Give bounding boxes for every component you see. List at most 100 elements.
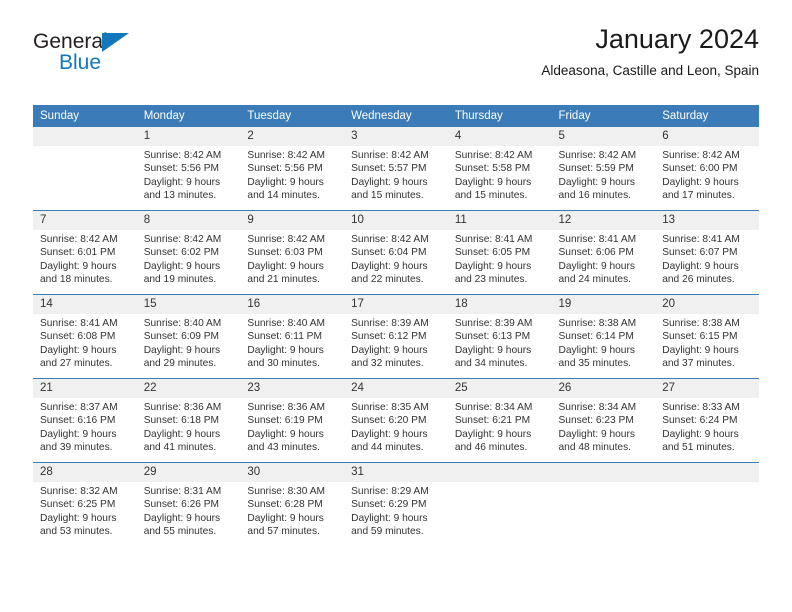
day-cell[interactable] <box>655 462 759 546</box>
day-cell[interactable]: 31 Sunrise: 8:29 AM Sunset: 6:29 PM Dayl… <box>344 462 448 546</box>
day-cell[interactable] <box>551 462 656 546</box>
day-cell[interactable]: 17 Sunrise: 8:39 AM Sunset: 6:12 PM Dayl… <box>344 294 448 379</box>
sunrise-text: Sunrise: 8:40 AM <box>247 318 325 329</box>
daylight-text-line2: and 55 minutes. <box>143 526 217 538</box>
sunrise-text: Sunrise: 8:35 AM <box>351 402 429 413</box>
day-cell[interactable]: 5 Sunrise: 8:42 AM Sunset: 5:59 PM Dayli… <box>551 127 656 211</box>
brand-logo[interactable]: General Blue <box>33 30 213 88</box>
daylight-text-line1: Daylight: 9 hours <box>247 176 324 188</box>
sunset-text: Sunset: 6:13 PM <box>454 331 531 343</box>
day-cell[interactable]: 23 Sunrise: 8:36 AM Sunset: 6:19 PM Dayl… <box>240 378 345 463</box>
daylight-text-line2: and 17 minutes. <box>662 190 735 202</box>
day-cell[interactable]: 11 Sunrise: 8:41 AM Sunset: 6:05 PM Dayl… <box>447 210 552 295</box>
daylight-text-line2: and 46 minutes. <box>454 442 528 454</box>
daylight-text-line2: and 59 minutes. <box>351 526 424 538</box>
sunrise-text: Sunrise: 8:42 AM <box>558 150 637 161</box>
day-info: Sunrise: 8:36 AM Sunset: 6:18 PM Dayligh… <box>137 398 241 455</box>
sunset-text: Sunset: 6:19 PM <box>247 415 323 427</box>
day-cell[interactable]: 18 Sunrise: 8:39 AM Sunset: 6:13 PM Dayl… <box>447 294 552 379</box>
weekday-header-monday: Monday <box>136 105 241 127</box>
sunrise-text: Sunrise: 8:34 AM <box>454 402 533 413</box>
day-cell[interactable]: 12 Sunrise: 8:41 AM Sunset: 6:06 PM Dayl… <box>551 210 656 295</box>
day-number: 30 <box>240 463 345 482</box>
sunset-text: Sunset: 6:16 PM <box>40 415 116 427</box>
sunset-text: Sunset: 6:18 PM <box>143 415 220 427</box>
sunrise-text: Sunrise: 8:42 AM <box>143 234 222 245</box>
day-info: Sunrise: 8:34 AM Sunset: 6:21 PM Dayligh… <box>448 398 552 455</box>
day-cell[interactable] <box>447 462 552 546</box>
day-cell[interactable]: 21 Sunrise: 8:37 AM Sunset: 6:16 PM Dayl… <box>33 378 137 463</box>
day-cell[interactable]: 26 Sunrise: 8:34 AM Sunset: 6:23 PM Dayl… <box>551 378 656 463</box>
day-cell[interactable]: 8 Sunrise: 8:42 AM Sunset: 6:02 PM Dayli… <box>136 210 241 295</box>
daylight-text-line1: Daylight: 9 hours <box>247 344 324 356</box>
day-cell[interactable]: 16 Sunrise: 8:40 AM Sunset: 6:11 PM Dayl… <box>240 294 345 379</box>
day-cell[interactable]: 29 Sunrise: 8:31 AM Sunset: 6:26 PM Dayl… <box>136 462 241 546</box>
day-cell[interactable]: 3 Sunrise: 8:42 AM Sunset: 5:57 PM Dayli… <box>344 127 448 211</box>
page-subtitle: Aldeasona, Castille and Leon, Spain <box>541 63 759 78</box>
daylight-text-line1: Daylight: 9 hours <box>143 512 221 524</box>
day-cell[interactable]: 22 Sunrise: 8:36 AM Sunset: 6:18 PM Dayl… <box>136 378 241 463</box>
sunrise-text: Sunrise: 8:41 AM <box>40 318 118 329</box>
day-cell[interactable]: 30 Sunrise: 8:30 AM Sunset: 6:28 PM Dayl… <box>240 462 345 546</box>
daylight-text-line2: and 32 minutes. <box>351 358 424 370</box>
day-cell[interactable]: 13 Sunrise: 8:41 AM Sunset: 6:07 PM Dayl… <box>655 210 759 295</box>
sunrise-text: Sunrise: 8:42 AM <box>247 234 325 245</box>
day-cell[interactable]: 25 Sunrise: 8:34 AM Sunset: 6:21 PM Dayl… <box>447 378 552 463</box>
day-info: Sunrise: 8:34 AM Sunset: 6:23 PM Dayligh… <box>552 398 656 455</box>
daylight-text-line2: and 15 minutes. <box>454 190 528 202</box>
sunrise-text: Sunrise: 8:39 AM <box>454 318 533 329</box>
day-cell[interactable]: 1 Sunrise: 8:42 AM Sunset: 5:56 PM Dayli… <box>136 127 241 211</box>
sunset-text: Sunset: 6:02 PM <box>143 247 220 259</box>
calendar-body: 1 Sunrise: 8:42 AM Sunset: 5:56 PM Dayli… <box>33 127 759 546</box>
sunrise-text: Sunrise: 8:42 AM <box>454 150 533 161</box>
page-header: General Blue January 2024 Aldeasona, Cas… <box>33 22 759 100</box>
daylight-text-line1: Daylight: 9 hours <box>247 428 324 440</box>
week-row: 21 Sunrise: 8:37 AM Sunset: 6:16 PM Dayl… <box>33 378 759 463</box>
daylight-text-line2: and 53 minutes. <box>40 526 113 538</box>
daylight-text-line2: and 16 minutes. <box>558 190 632 202</box>
sunset-text: Sunset: 5:56 PM <box>247 163 323 175</box>
daylight-text-line2: and 13 minutes. <box>143 190 217 202</box>
daylight-text-line2: and 19 minutes. <box>143 274 217 286</box>
daylight-text-line2: and 18 minutes. <box>40 274 113 286</box>
sunset-text: Sunset: 6:01 PM <box>40 247 116 259</box>
sunset-text: Sunset: 6:08 PM <box>40 331 116 343</box>
day-cell[interactable]: 4 Sunrise: 8:42 AM Sunset: 5:58 PM Dayli… <box>447 127 552 211</box>
day-cell[interactable]: 27 Sunrise: 8:33 AM Sunset: 6:24 PM Dayl… <box>655 378 759 463</box>
day-info: Sunrise: 8:42 AM Sunset: 6:04 PM Dayligh… <box>344 230 448 287</box>
day-cell[interactable]: 7 Sunrise: 8:42 AM Sunset: 6:01 PM Dayli… <box>33 210 137 295</box>
day-info: Sunrise: 8:41 AM Sunset: 6:07 PM Dayligh… <box>655 230 759 287</box>
day-cell[interactable]: 14 Sunrise: 8:41 AM Sunset: 6:08 PM Dayl… <box>33 294 137 379</box>
day-cell[interactable]: 10 Sunrise: 8:42 AM Sunset: 6:04 PM Dayl… <box>344 210 448 295</box>
day-number: 14 <box>33 295 137 314</box>
day-number: 12 <box>551 211 656 230</box>
daylight-text-line1: Daylight: 9 hours <box>143 428 221 440</box>
sunrise-text: Sunrise: 8:30 AM <box>247 486 325 497</box>
daylight-text-line1: Daylight: 9 hours <box>40 260 117 272</box>
brand-name-blue: Blue <box>59 51 102 74</box>
daylight-text-line1: Daylight: 9 hours <box>662 344 739 356</box>
day-number <box>655 463 759 482</box>
sunset-text: Sunset: 6:11 PM <box>247 331 322 343</box>
brand-triangle-icon <box>102 33 129 52</box>
day-cell[interactable] <box>33 127 137 211</box>
daylight-text-line2: and 39 minutes. <box>40 442 113 454</box>
day-cell[interactable]: 19 Sunrise: 8:38 AM Sunset: 6:14 PM Dayl… <box>551 294 656 379</box>
daylight-text-line1: Daylight: 9 hours <box>351 512 428 524</box>
sunset-text: Sunset: 6:12 PM <box>351 331 427 343</box>
day-info: Sunrise: 8:31 AM Sunset: 6:26 PM Dayligh… <box>137 482 241 539</box>
day-info: Sunrise: 8:40 AM Sunset: 6:11 PM Dayligh… <box>240 314 344 371</box>
daylight-text-line1: Daylight: 9 hours <box>558 344 635 356</box>
weekday-header-thursday: Thursday <box>447 105 552 127</box>
day-cell[interactable]: 28 Sunrise: 8:32 AM Sunset: 6:25 PM Dayl… <box>33 462 137 546</box>
sunrise-text: Sunrise: 8:33 AM <box>662 402 740 413</box>
day-cell[interactable]: 20 Sunrise: 8:38 AM Sunset: 6:15 PM Dayl… <box>655 294 759 379</box>
calendar-page: General Blue January 2024 Aldeasona, Cas… <box>0 0 792 612</box>
sunrise-text: Sunrise: 8:41 AM <box>662 234 740 245</box>
sunrise-text: Sunrise: 8:31 AM <box>143 486 222 497</box>
day-cell[interactable]: 9 Sunrise: 8:42 AM Sunset: 6:03 PM Dayli… <box>240 210 345 295</box>
day-cell[interactable]: 2 Sunrise: 8:42 AM Sunset: 5:56 PM Dayli… <box>240 127 345 211</box>
day-cell[interactable]: 15 Sunrise: 8:40 AM Sunset: 6:09 PM Dayl… <box>136 294 241 379</box>
day-cell[interactable]: 6 Sunrise: 8:42 AM Sunset: 6:00 PM Dayli… <box>655 127 759 211</box>
day-cell[interactable]: 24 Sunrise: 8:35 AM Sunset: 6:20 PM Dayl… <box>344 378 448 463</box>
